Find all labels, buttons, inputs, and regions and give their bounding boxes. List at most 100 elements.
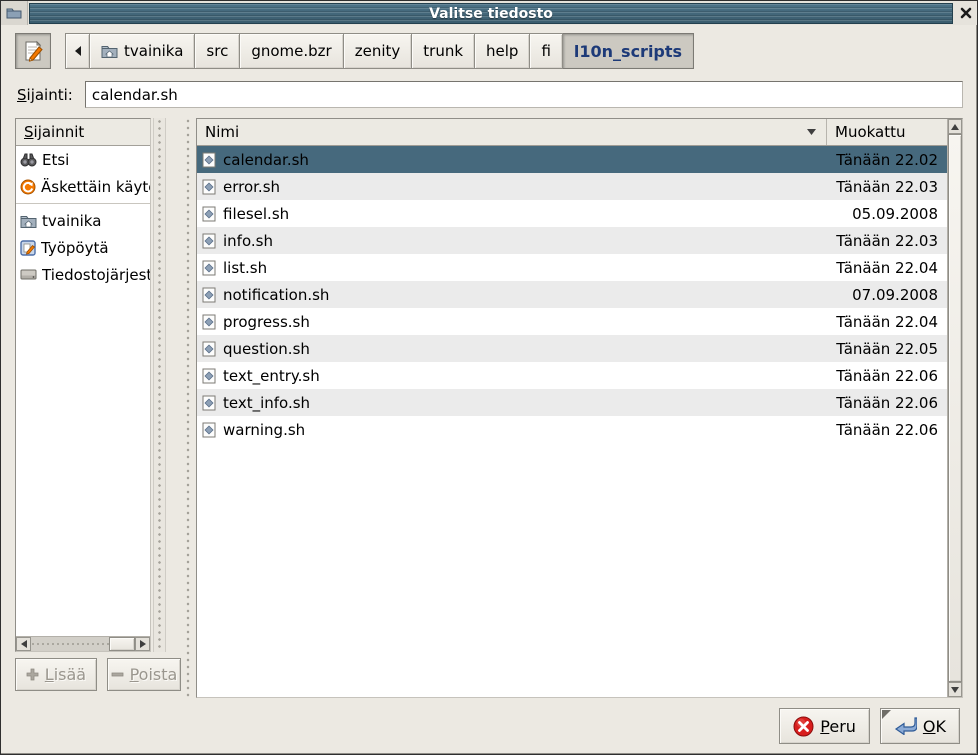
file-date: Tänään 22.03 [826, 178, 947, 196]
file-row-info-sh[interactable]: info.sh Tänään 22.03 [197, 227, 947, 254]
remove-mnemonic: P [130, 665, 139, 684]
places-separator [16, 200, 150, 207]
place-item-search[interactable]: Etsi [16, 146, 150, 173]
default-button-marker [882, 710, 891, 719]
path-button-gnome-bzr[interactable]: gnome.bzr [240, 33, 343, 69]
place-item-recently-used[interactable]: Äskettäin käytetyt [16, 173, 150, 200]
location-label-mnemonic: S [17, 86, 27, 104]
close-icon [960, 7, 972, 19]
binoculars-icon [20, 152, 37, 167]
shell-script-file-icon [202, 422, 216, 438]
file-name: calendar.sh [223, 151, 819, 169]
scrollbar-thumb[interactable] [948, 134, 962, 682]
places-vertical-scrollbar[interactable] [153, 118, 166, 652]
path-button-trunk[interactable]: trunk [412, 33, 475, 69]
window-menu-button[interactable] [1, 1, 28, 25]
file-name: list.sh [223, 259, 819, 277]
file-row-list-sh[interactable]: list.sh Tänään 22.04 [197, 254, 947, 281]
shell-script-file-icon [202, 179, 216, 195]
file-row-text-entry-sh[interactable]: text_entry.sh Tänään 22.06 [197, 362, 947, 389]
shell-script-file-icon [202, 314, 216, 330]
file-date: Tänään 22.04 [826, 313, 947, 331]
places-items: Etsi Äskettäin käytetyt [16, 146, 150, 636]
file-row-text-info-sh[interactable]: text_info.sh Tänään 22.06 [197, 389, 947, 416]
places-edit-buttons: Lisää Poista [15, 652, 181, 698]
place-item-filesystem[interactable]: Tiedostojärjestelmä [16, 261, 150, 288]
path-button-zenity[interactable]: zenity [344, 33, 413, 69]
titlebar-row: Valitse tiedosto [1, 1, 977, 25]
shell-script-file-icon [202, 341, 216, 357]
file-name: info.sh [223, 232, 819, 250]
place-label: tvainika [42, 212, 101, 230]
places-column-header[interactable]: Sijainnit [16, 119, 150, 146]
path-label: tvainika [124, 42, 183, 60]
file-name: text_info.sh [223, 394, 819, 412]
path-button-fi[interactable]: fi [530, 33, 562, 69]
remove-place-button[interactable]: Poista [107, 658, 181, 691]
place-item-desktop[interactable]: Työpöytä [16, 234, 150, 261]
file-name: filesel.sh [223, 205, 819, 223]
scroll-down-button[interactable] [948, 682, 962, 697]
file-row-progress-sh[interactable]: progress.sh Tänään 22.04 [197, 308, 947, 335]
titlebar[interactable]: Valitse tiedosto [29, 3, 953, 24]
sort-descending-icon [807, 129, 816, 135]
cancel-icon [793, 716, 814, 737]
places-header-mnemonic: S [24, 123, 34, 141]
filename-input[interactable] [85, 81, 963, 108]
scrollbar-thumb[interactable] [109, 637, 135, 651]
path-label: gnome.bzr [251, 42, 331, 60]
file-list-inner: Nimi Muokattu calendar.sh Tänään 22.02 [197, 119, 962, 697]
file-date: Tänään 22.04 [826, 259, 947, 277]
place-label: Työpöytä [41, 239, 109, 257]
file-rows: calendar.sh Tänään 22.02 error.sh Tänään… [197, 146, 947, 697]
main-area: Sijainnit Etsi [1, 118, 977, 698]
path-button-src[interactable]: src [195, 33, 240, 69]
home-folder-icon [20, 214, 37, 228]
file-row-notification-sh[interactable]: notification.sh 07.09.2008 [197, 281, 947, 308]
ok-label: OK [923, 717, 946, 736]
file-row-error-sh[interactable]: error.sh Tänään 22.03 [197, 173, 947, 200]
ok-button[interactable]: OK [880, 708, 960, 744]
add-place-button[interactable]: Lisää [15, 658, 97, 691]
file-date: Tänään 22.06 [826, 421, 947, 439]
path-back-button[interactable] [65, 33, 90, 69]
path-button-help[interactable]: help [475, 33, 530, 69]
file-date: 05.09.2008 [826, 205, 947, 223]
window-title: Valitse tiedosto [429, 6, 553, 22]
column-header-modified[interactable]: Muokattu [827, 119, 947, 145]
path-button-l10n-scripts[interactable]: l10n_scripts [563, 33, 694, 69]
file-chooser-dialog: Valitse tiedosto [0, 0, 978, 755]
file-row-calendar-sh[interactable]: calendar.sh Tänään 22.02 [197, 146, 947, 173]
path-label: src [206, 42, 228, 60]
path-button-tvainika[interactable]: tvainika [90, 33, 195, 69]
remove-rest: oista [139, 665, 178, 684]
path-label: trunk [423, 42, 463, 60]
place-item-home[interactable]: tvainika [16, 207, 150, 234]
file-row-warning-sh[interactable]: warning.sh Tänään 22.06 [197, 416, 947, 443]
file-name: error.sh [223, 178, 819, 196]
column-modified-label: Muokattu [835, 123, 906, 141]
file-row-question-sh[interactable]: question.sh Tänään 22.05 [197, 335, 947, 362]
file-row-filesel-sh[interactable]: filesel.sh 05.09.2008 [197, 200, 947, 227]
places-horizontal-scrollbar[interactable] [16, 636, 150, 651]
scrollbar-trough[interactable] [31, 637, 135, 651]
places-header-rest: ijainnit [34, 123, 85, 141]
scroll-left-button[interactable] [16, 637, 31, 651]
ok-mnemonic: O [923, 717, 936, 736]
close-button[interactable] [954, 1, 977, 25]
places-pane: Sijainnit Etsi [15, 118, 181, 698]
cancel-rest: eru [829, 717, 856, 736]
cancel-button[interactable]: Peru [779, 708, 870, 744]
arrow-up-icon [951, 124, 959, 130]
column-header-name[interactable]: Nimi [197, 119, 827, 145]
file-list-vertical-scrollbar[interactable] [947, 119, 962, 697]
desktop-icon [20, 240, 36, 256]
type-filename-toggle[interactable] [15, 33, 51, 69]
cancel-label: Peru [820, 717, 856, 736]
places-list: Sijainnit Etsi [15, 118, 151, 652]
pane-separator[interactable] [181, 118, 196, 698]
ok-enter-icon [894, 717, 917, 735]
scroll-up-button[interactable] [948, 119, 962, 134]
home-folder-icon [101, 44, 118, 58]
scroll-right-button[interactable] [135, 637, 150, 651]
